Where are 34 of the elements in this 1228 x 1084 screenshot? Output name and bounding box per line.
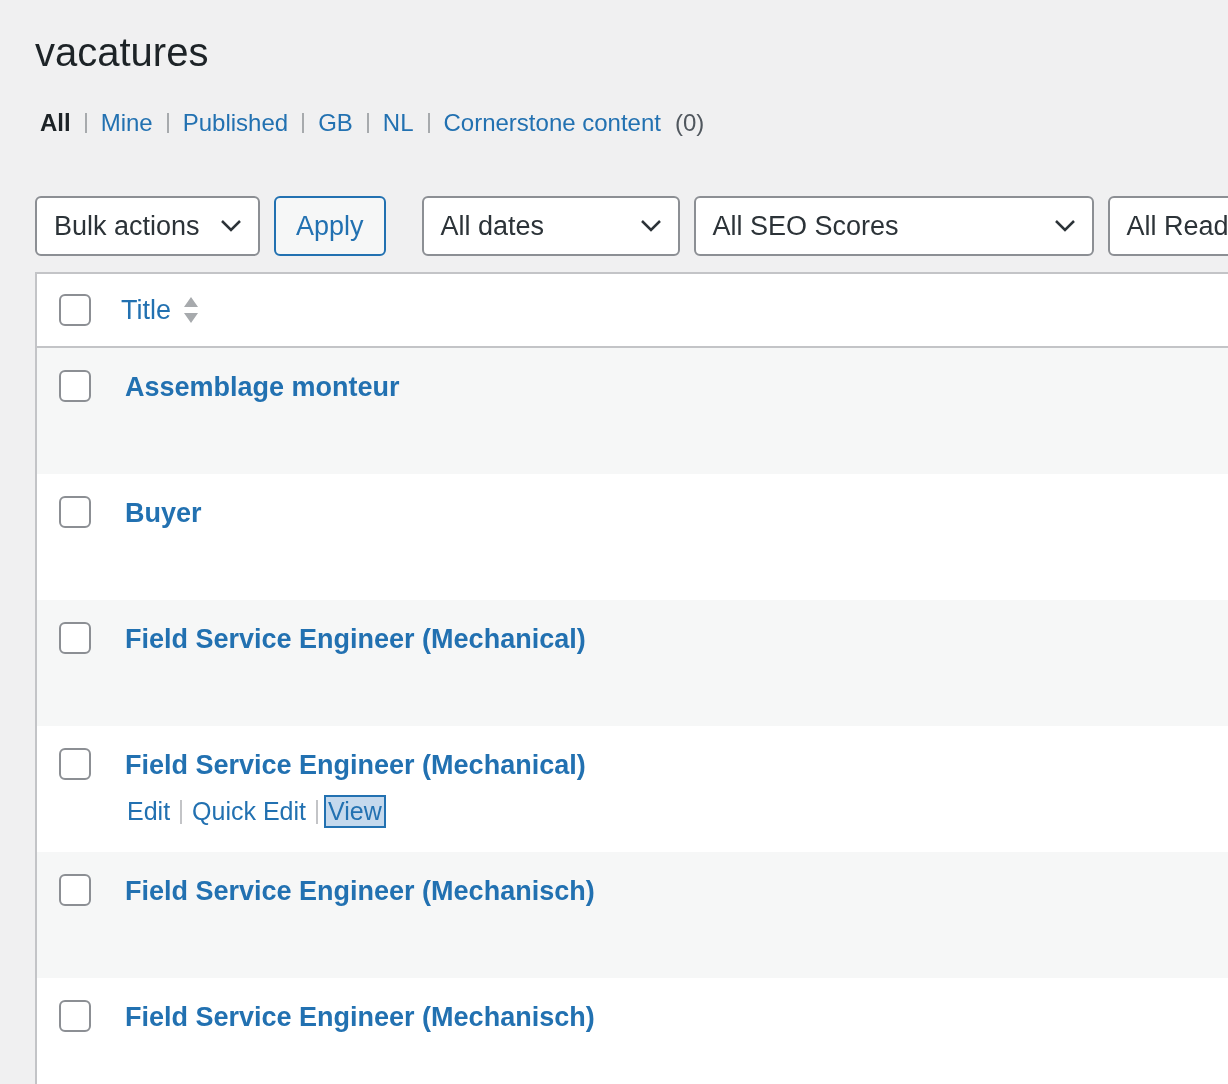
post-title-link[interactable]: Assemblage monteur — [125, 372, 400, 403]
row-checkbox[interactable] — [59, 370, 91, 402]
page-title: vacatures — [35, 29, 210, 76]
filter-dropdown[interactable]: All Read — [1107, 196, 1228, 256]
row-action-link[interactable]: Quick Edit — [190, 797, 309, 826]
row-checkbox[interactable] — [59, 622, 91, 654]
post-title-link[interactable]: Field Service Engineer (Mechanical) — [125, 624, 586, 655]
row-checkbox[interactable] — [59, 1000, 91, 1032]
column-header[interactable]: Title — [121, 294, 171, 326]
filter-dropdown[interactable]: All dates — [421, 196, 680, 256]
chevron-down-icon — [1053, 219, 1076, 233]
view-filter-link[interactable]: Published — [182, 109, 289, 137]
apply-button[interactable]: Apply — [274, 196, 386, 256]
post-title-link[interactable]: Field Service Engineer (Mechanisch) — [125, 1002, 595, 1033]
view-filter-link[interactable]: NL — [382, 109, 414, 137]
row-checkbox[interactable] — [59, 874, 91, 906]
row-action-link[interactable]: View — [326, 797, 384, 826]
view-filter-link[interactable]: Mine — [100, 109, 153, 137]
select-all-checkbox[interactable] — [59, 294, 91, 326]
post-title-link[interactable]: Field Service Engineer (Mechanical) — [125, 750, 586, 781]
filter-dropdown[interactable]: All SEO Scores — [693, 196, 1094, 256]
sort-icon — [183, 295, 199, 325]
row-checkbox[interactable] — [59, 748, 91, 780]
row-action-link[interactable]: Edit — [125, 797, 173, 826]
view-filter-link[interactable]: All — [40, 109, 71, 137]
bulk-actions-dropdown[interactable]: Bulk actions — [35, 196, 260, 256]
row-checkbox[interactable] — [59, 496, 91, 528]
post-title-link[interactable]: Field Service Engineer (Mechanisch) — [125, 876, 595, 907]
chevron-down-icon — [639, 219, 662, 233]
view-filter-link[interactable]: Cornerstone content — [443, 109, 661, 137]
post-title-link[interactable]: Buyer — [125, 498, 202, 529]
view-count: (0) — [674, 109, 705, 137]
chevron-down-icon — [220, 219, 242, 233]
view-filter-link[interactable]: GB — [318, 109, 353, 137]
